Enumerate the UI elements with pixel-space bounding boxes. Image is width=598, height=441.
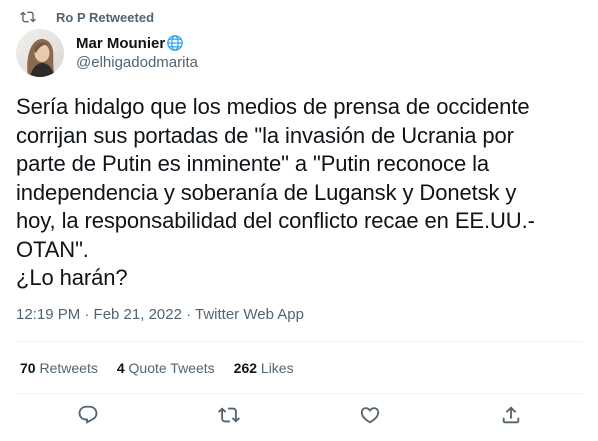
engagement-stats: 70 Retweets 4 Quote Tweets 262 Likes (20, 358, 313, 378)
like-button[interactable] (358, 405, 382, 429)
retweets-label: Retweets (39, 360, 98, 376)
retweets-stat[interactable]: 70 Retweets (20, 358, 98, 378)
retweet-icon (20, 9, 36, 25)
quote-tweets-count: 4 (116, 360, 125, 376)
likes-count: 262 (233, 360, 258, 376)
retweets-count: 70 (20, 360, 36, 376)
tweet-author[interactable]: Mar Mounier @elhigadodmarita (16, 29, 198, 77)
retweet-button[interactable] (217, 405, 241, 429)
divider (16, 341, 582, 342)
author-handle[interactable]: @elhigadodmarita (76, 53, 198, 73)
likes-label: Likes (260, 360, 294, 376)
avatar[interactable] (16, 29, 64, 77)
retweet-icon (218, 404, 240, 431)
reply-button[interactable] (76, 405, 100, 429)
quote-tweets-label: Quote Tweets (128, 360, 215, 376)
tweet-actions (16, 405, 582, 431)
author-name[interactable]: Mar Mounier (76, 35, 165, 52)
tweet-text: Sería hidalgo que los medios de prensa d… (16, 94, 535, 290)
heart-icon (359, 404, 381, 431)
share-button[interactable] (499, 405, 523, 429)
divider (16, 393, 582, 394)
retweet-banner[interactable]: Ro P Retweeted (20, 8, 154, 26)
likes-stat[interactable]: 262 Likes (234, 358, 294, 378)
globe-icon (166, 34, 184, 52)
reply-icon (77, 404, 99, 431)
share-icon (500, 404, 522, 431)
quote-tweets-stat[interactable]: 4 Quote Tweets (117, 358, 215, 378)
retweet-banner-text: Ro P Retweeted (56, 9, 155, 25)
tweet-timestamp[interactable]: 12:19 PM · Feb 21, 2022 · Twitter Web Ap… (16, 305, 304, 325)
